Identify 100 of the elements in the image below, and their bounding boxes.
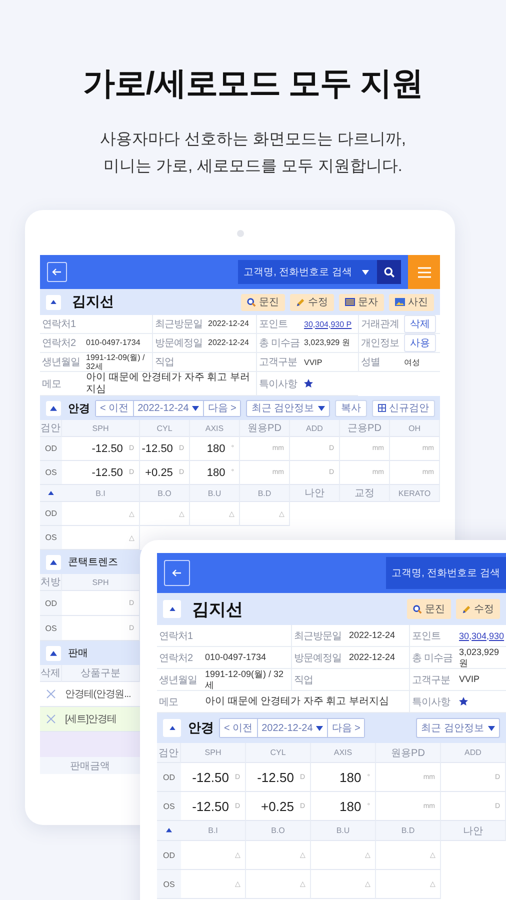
column-header: 나안: [441, 821, 506, 841]
prev-button[interactable]: < 이전: [96, 400, 134, 416]
new-exam-button[interactable]: 신규검안: [372, 400, 436, 417]
history-select[interactable]: 최근 검안정보: [246, 400, 330, 417]
collapse-icon: [48, 491, 54, 496]
action-button[interactable]: 수정: [290, 294, 334, 310]
search-icon: [384, 266, 394, 278]
column-header: 근용PD: [340, 420, 390, 438]
column-header: 교정: [340, 485, 390, 502]
section-title: 안경: [188, 719, 214, 737]
collapse-button[interactable]: [163, 719, 181, 737]
cell-value: -12.50: [142, 442, 173, 455]
column-header: CYL: [140, 420, 190, 438]
collapse-button[interactable]: [46, 554, 61, 570]
history-select[interactable]: 최근 검안정보: [416, 718, 500, 738]
field-button[interactable]: 사용: [404, 334, 436, 352]
column-header: B.O: [140, 485, 190, 502]
field-label: 총 미수금: [256, 334, 302, 353]
eye-label: OS: [40, 616, 62, 642]
collapse-icon: [168, 726, 176, 730]
column-header: 원용PD: [240, 420, 290, 438]
eye-label: OS: [40, 461, 62, 486]
column-header: ADD: [290, 420, 340, 438]
product-name: [세트]안경테: [64, 713, 118, 726]
message-icon: [345, 298, 355, 306]
column-header: B.U: [311, 821, 376, 841]
points-link[interactable]: 30,304,930: [459, 630, 504, 640]
field-label: 고객구분: [409, 669, 457, 691]
back-arrow-icon: [172, 569, 182, 577]
column-header: SPH: [62, 420, 140, 438]
action-button[interactable]: 문진: [241, 294, 285, 310]
action-button[interactable]: 문자: [339, 294, 384, 310]
cell-value: -12.50: [192, 770, 229, 784]
cell-value: -12.50: [92, 466, 123, 479]
caret-icon: [316, 726, 323, 730]
column-header: SPH: [181, 743, 246, 763]
search-button[interactable]: [377, 260, 401, 284]
cell-value: 180: [339, 770, 362, 784]
column-header: B.U: [190, 485, 240, 502]
prev-button[interactable]: < 이전: [220, 719, 258, 737]
cell-value: 180: [206, 442, 226, 455]
field-label: 총 미수금: [409, 647, 457, 669]
sales-row[interactable]: [세트]안경테: [40, 707, 140, 732]
customer-name: 김지선: [72, 293, 114, 311]
eye-label: OD: [40, 591, 62, 616]
collapse-icon: [50, 406, 57, 411]
column-header: B.D: [376, 821, 441, 841]
headline: 가로/세로모드 모두 지원: [82, 64, 424, 103]
action-button[interactable]: 사진: [389, 294, 434, 310]
field-value: 3,023,929 원: [457, 647, 506, 669]
collapse-icon: [50, 300, 57, 304]
column-header: 나안: [290, 485, 340, 502]
star-icon: [304, 379, 313, 388]
column-header: 삭제: [40, 665, 62, 682]
column-header: B.I: [62, 485, 140, 502]
field-button[interactable]: 삭제: [404, 315, 436, 333]
points-link[interactable]: 30,304,930 P: [304, 320, 352, 328]
collapse-icon: [50, 560, 57, 565]
column-header: OH: [390, 420, 440, 438]
field-label: 방문예정일: [152, 334, 206, 353]
field-value: 1991-12-09(월) / 32세: [203, 669, 291, 691]
copy-button[interactable]: 복사: [335, 400, 368, 417]
field-label: 성별: [358, 353, 402, 372]
field-value: 010-0497-1734: [203, 647, 291, 669]
back-button[interactable]: [164, 560, 190, 586]
field-label: 고객구분: [256, 353, 302, 372]
collapse-button[interactable]: [46, 400, 61, 416]
field-value: 2022-12-24: [347, 647, 409, 669]
field-label: 연락처2: [40, 334, 84, 353]
action-button[interactable]: 수정: [456, 599, 500, 619]
eye-label: OD: [157, 763, 181, 792]
pencil-icon: [462, 604, 471, 614]
pencil-icon: [296, 298, 305, 306]
action-button[interactable]: 문진: [407, 599, 451, 619]
column-header: B.I: [181, 821, 246, 841]
column-header: 원용PD: [376, 743, 441, 763]
collapse-button[interactable]: [46, 646, 61, 661]
search-field[interactable]: 고객명, 전화번호로 검색: [386, 557, 506, 589]
cell-value: -12.50: [192, 798, 229, 814]
column-header: 검안: [157, 743, 181, 763]
column-header: AXIS: [190, 420, 240, 438]
back-button[interactable]: [47, 262, 67, 282]
cell-value: -12.50: [257, 770, 294, 784]
field-label: 개인정보: [358, 334, 402, 353]
column-header: B.O: [246, 821, 311, 841]
collapse-button[interactable]: [46, 294, 61, 310]
eye-label: OD: [40, 502, 62, 526]
search-field[interactable]: 고객명, 전화번호로 검색: [238, 260, 401, 284]
column-header: B.D: [240, 485, 290, 502]
star-icon: [459, 697, 468, 706]
field-value: 2022-12-24: [206, 334, 256, 353]
collapse-button[interactable]: [163, 600, 181, 618]
product-name: 안경테(안경원...: [64, 688, 132, 702]
column-header: CYL: [246, 743, 311, 763]
field-label: 방문예정일: [291, 647, 347, 669]
field-value: 1991-12-09(월) / 32세: [84, 353, 152, 372]
field-label: 생년월일: [157, 669, 203, 691]
field-label: 포인트: [256, 315, 302, 334]
field-value: VVIP: [302, 353, 358, 372]
cell-value: +0.25: [145, 466, 173, 479]
